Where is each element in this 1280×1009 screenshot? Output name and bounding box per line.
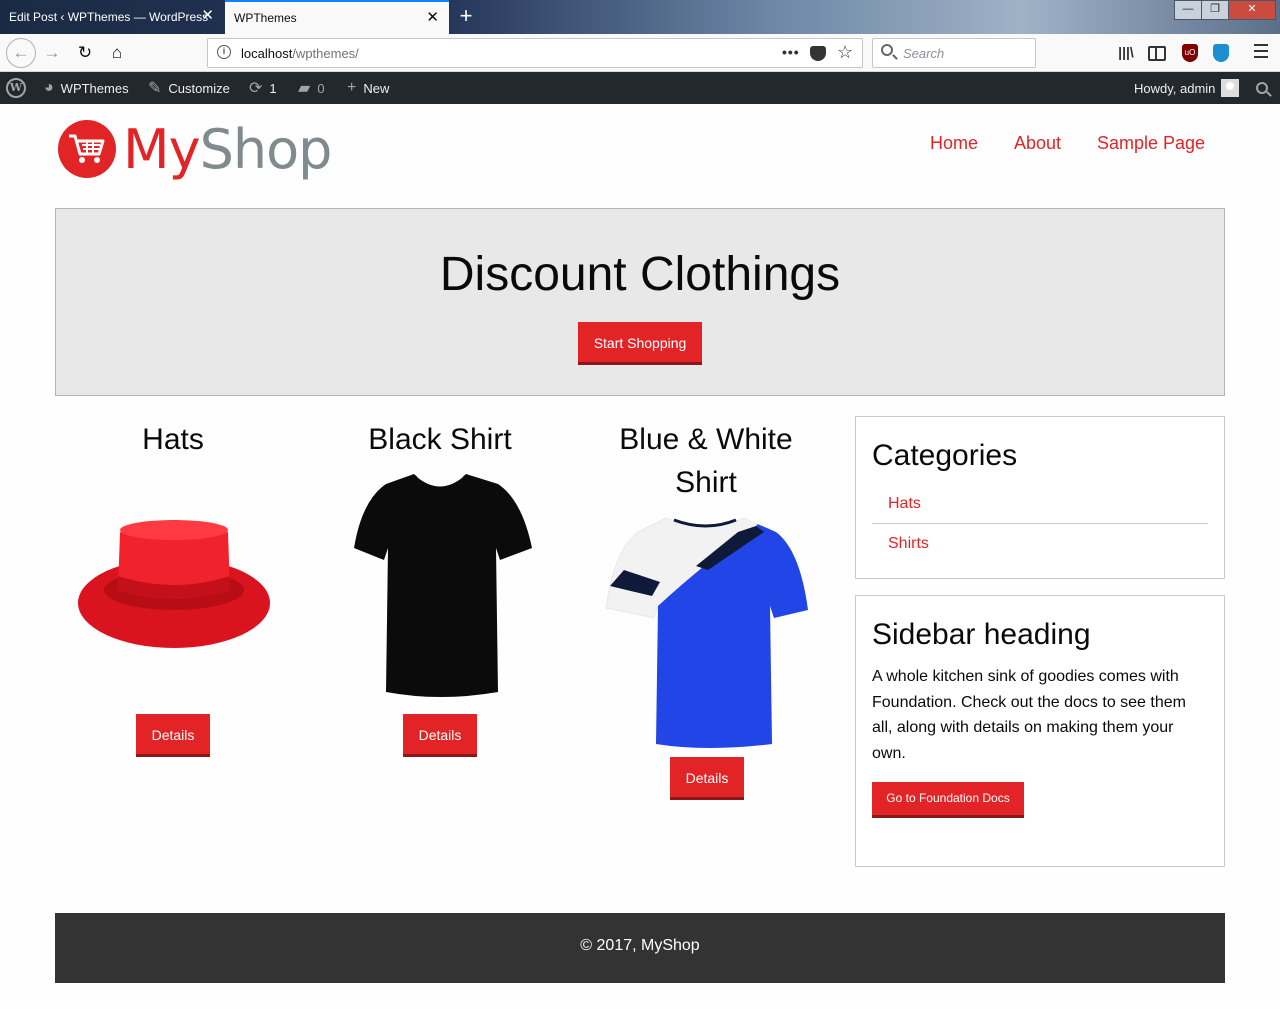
shield-icon[interactable] <box>1213 44 1229 62</box>
categories-widget: Categories Hats Shirts <box>855 416 1225 579</box>
browser-toolbar: ← → ↻ ⌂ i localhost/wpthemes/ ••• ☆ Sear… <box>0 34 1280 72</box>
tab-edit-post[interactable]: Edit Post ‹ WPThemes — WordPress ✕ <box>0 0 224 34</box>
brush-icon: ✎ <box>148 80 162 97</box>
hero-banner: Discount Clothings Start Shopping <box>55 208 1225 396</box>
wordpress-logo-icon[interactable]: W <box>6 72 28 104</box>
details-button-black-shirt[interactable]: Details <box>403 714 477 757</box>
details-button-hats[interactable]: Details <box>136 714 210 757</box>
window-close-button[interactable]: ✕ <box>1228 0 1276 20</box>
search-input[interactable]: Search <box>872 38 1036 68</box>
search-icon <box>1256 82 1268 94</box>
close-icon[interactable]: ✕ <box>201 8 214 23</box>
dashboard-icon: ◕ <box>44 79 54 96</box>
wp-admin-bar: W ◕ WPThemes ✎ Customize ⟳ 1 ▰ 0 + New H… <box>0 72 1280 104</box>
sidebar-heading: Sidebar heading <box>872 618 1091 651</box>
product-title-hats: Hats <box>142 423 204 456</box>
details-button-blue-white-shirt[interactable]: Details <box>670 757 744 800</box>
new-tab-button[interactable]: + <box>453 4 479 30</box>
admin-bar-site[interactable]: ◕ WPThemes <box>44 72 129 104</box>
shopping-cart-icon <box>58 120 116 178</box>
url-bar[interactable]: i localhost/wpthemes/ ••• ☆ <box>207 38 863 68</box>
admin-bar-new[interactable]: + New <box>347 72 389 104</box>
category-link-hats[interactable]: Hats <box>888 495 921 513</box>
reload-icon[interactable]: ↻ <box>71 39 99 67</box>
divider <box>872 523 1208 524</box>
close-icon[interactable]: ✕ <box>426 10 439 25</box>
hero-title: Discount Clothings <box>439 248 841 301</box>
comment-icon: ▰ <box>298 80 311 97</box>
nav-home[interactable]: Home <box>930 133 978 157</box>
copyright-text: © 2017, MyShop <box>580 937 700 954</box>
admin-bar-search[interactable] <box>1256 72 1268 104</box>
search-placeholder: Search <box>903 46 945 61</box>
nav-about[interactable]: About <box>1014 133 1061 157</box>
product-title-blue-white-shirt: Blue & White Shirt <box>619 423 793 499</box>
page-actions-icon[interactable]: ••• <box>782 44 800 60</box>
url-text[interactable]: localhost/wpthemes/ <box>241 46 359 61</box>
sidebar-text-widget: Sidebar heading A whole kitchen sink of … <box>855 595 1225 867</box>
product-title-black-shirt: Black Shirt <box>368 423 512 456</box>
admin-bar-customize[interactable]: ✎ Customize <box>148 72 230 104</box>
avatar <box>1221 79 1240 97</box>
categories-title: Categories <box>872 439 1018 472</box>
ublock-icon[interactable]: uO <box>1182 44 1198 62</box>
nav-sample-page[interactable]: Sample Page <box>1097 133 1205 157</box>
site-logo[interactable]: MyShop <box>55 108 360 190</box>
home-icon[interactable]: ⌂ <box>103 39 131 67</box>
browser-tab-strip: Edit Post ‹ WPThemes — WordPress ✕ WPThe… <box>0 0 1280 34</box>
site-footer: © 2017, MyShop <box>55 913 1225 983</box>
library-icon[interactable]: |||\ <box>1116 44 1136 62</box>
updates-icon: ⟳ <box>249 80 263 97</box>
blue-white-shirt-image <box>588 510 824 750</box>
start-shopping-button[interactable]: Start Shopping <box>578 322 702 365</box>
admin-bar-updates[interactable]: ⟳ 1 <box>249 72 277 104</box>
forward-arrow-icon[interactable]: → <box>38 39 66 67</box>
black-shirt-image <box>322 468 554 700</box>
minimize-button[interactable]: — <box>1174 0 1202 20</box>
maximize-button[interactable]: ❐ <box>1201 0 1229 20</box>
tab-wpthemes[interactable]: WPThemes ✕ <box>225 0 449 34</box>
red-hat-image <box>62 468 284 700</box>
pocket-icon[interactable] <box>810 46 826 61</box>
tab-title: Edit Post ‹ WPThemes — WordPress <box>9 10 209 24</box>
sidebar-text: A whole kitchen sink of goodies comes wi… <box>872 668 1186 762</box>
logo-text: MyShop <box>123 117 332 181</box>
admin-bar-comments[interactable]: ▰ 0 <box>298 72 325 104</box>
back-arrow-icon[interactable]: ← <box>6 38 36 68</box>
info-icon[interactable]: i <box>217 45 231 59</box>
bookmark-star-icon[interactable]: ☆ <box>837 42 853 63</box>
plus-icon: + <box>347 79 357 96</box>
sidebar-icon[interactable] <box>1148 46 1166 61</box>
hamburger-menu-icon[interactable] <box>1254 44 1268 62</box>
category-link-shirts[interactable]: Shirts <box>888 535 929 553</box>
admin-bar-account[interactable]: Howdy, admin <box>1134 72 1240 104</box>
tab-title: WPThemes <box>234 11 297 25</box>
search-icon <box>881 44 893 56</box>
foundation-docs-button[interactable]: Go to Foundation Docs <box>872 782 1024 818</box>
